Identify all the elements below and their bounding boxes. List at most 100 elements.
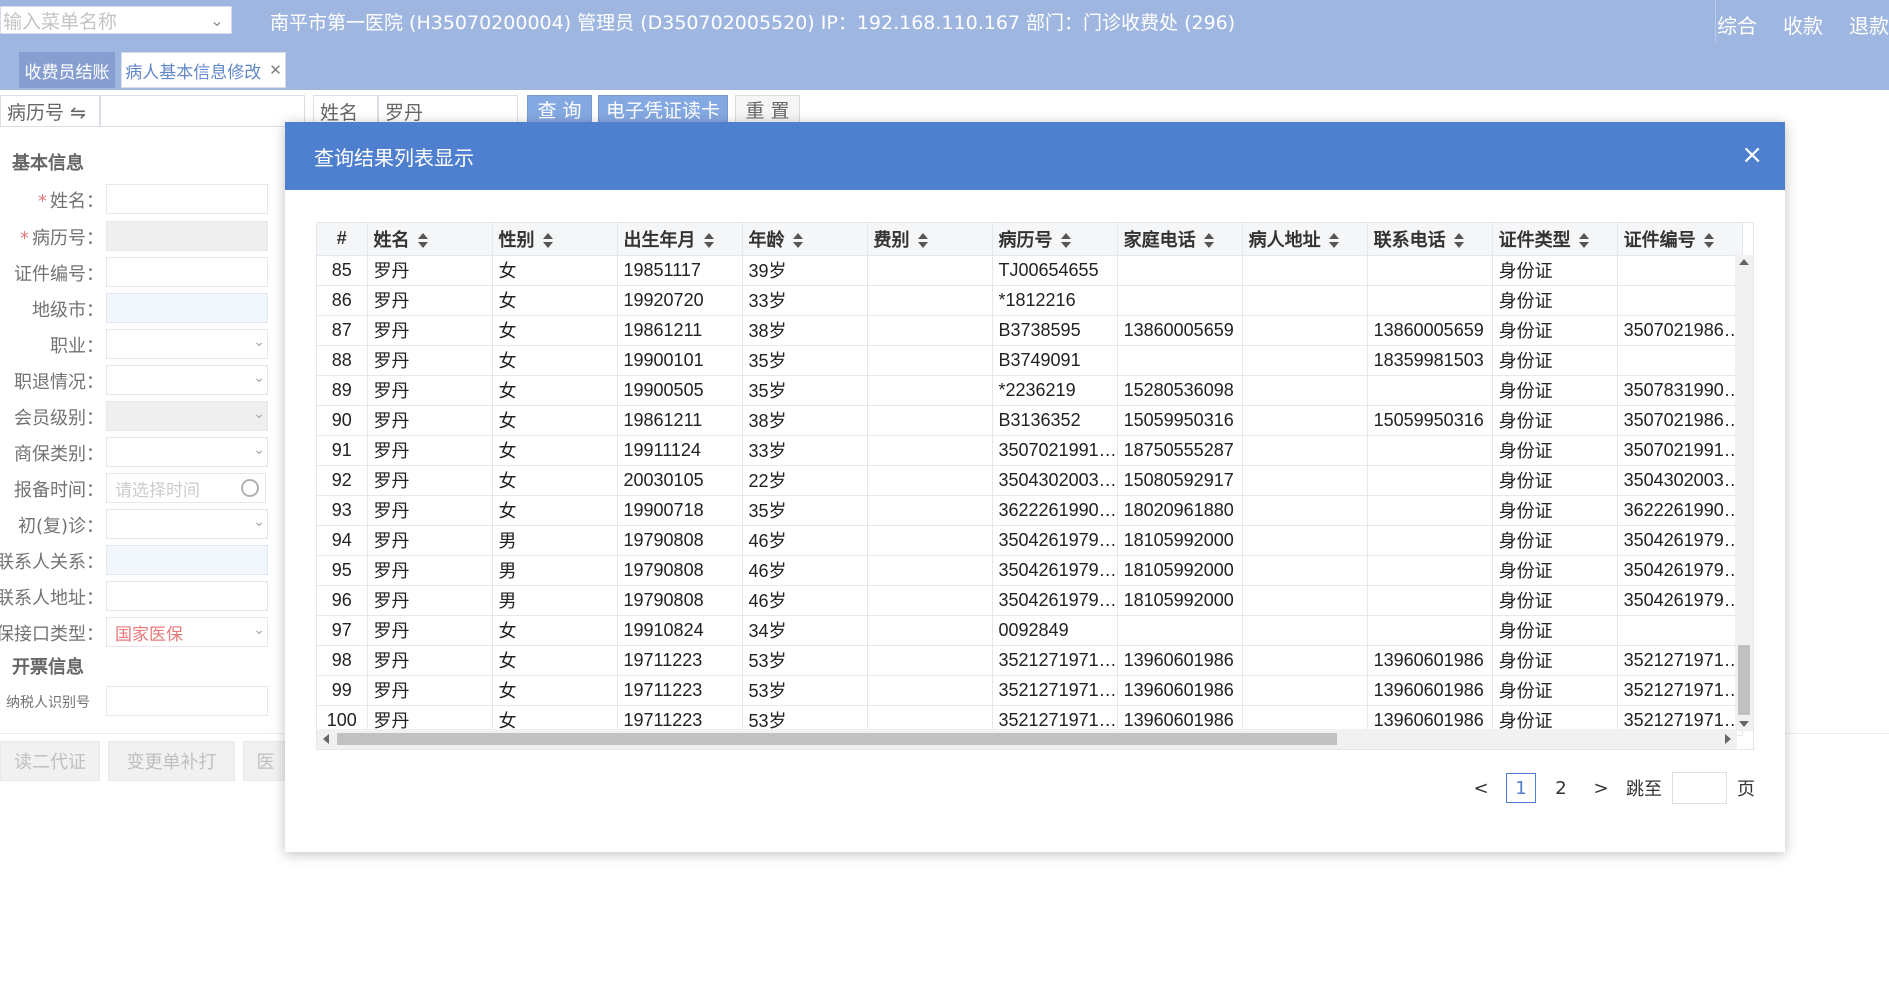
cell-id-number: 3521271971… [1617, 645, 1743, 676]
col-header-label: 证件编号 [1623, 229, 1696, 250]
sort-icon[interactable] [1203, 233, 1214, 249]
sort-icon[interactable] [1453, 233, 1464, 249]
scroll-up-icon[interactable] [1739, 259, 1749, 265]
cell-address [1242, 465, 1368, 496]
next-page-button[interactable]: > [1586, 773, 1616, 803]
cell-id-number [1617, 285, 1743, 316]
table-row[interactable]: 98 罗丹女 19711223 53岁 3521271971… 13960601986 13… [317, 645, 1743, 676]
cell-contact-phone: 15059950316 [1367, 405, 1493, 436]
cell-id-type: 身份证 [1492, 615, 1618, 646]
cell-address [1242, 435, 1368, 466]
cell-contact-phone: 18359981503 [1367, 345, 1493, 376]
table-row[interactable]: 90 罗丹女 19861211 38岁 B3136352 15059950316 15059… [317, 405, 1743, 436]
cell-gender: 女 [492, 435, 618, 466]
sort-icon[interactable] [1703, 233, 1714, 249]
cell-home-phone [1117, 345, 1243, 376]
table-row[interactable]: 92 罗丹女 20030105 22岁 3504302003… 15080592917 身份… [317, 465, 1743, 496]
cell-id-number: 3622261990… [1617, 495, 1743, 526]
col-header-id-type[interactable]: 证件类型 [1492, 223, 1618, 256]
cell-name: 罗丹 [367, 435, 493, 466]
table-row[interactable]: 88 罗丹女 19900101 35岁 B3749091 18359981503 身份证 [317, 345, 1743, 376]
scroll-left-icon[interactable] [323, 734, 329, 744]
col-header-id-number[interactable]: 证件编号 [1617, 223, 1743, 256]
jump-label: 跳至 [1626, 779, 1662, 800]
table-row[interactable]: 85 罗丹女 19851117 39岁 TJ00654655 身份证 [317, 255, 1743, 286]
cell-home-phone: 18105992000 [1117, 585, 1243, 616]
sort-icon[interactable] [917, 233, 928, 249]
cell-age: 39岁 [742, 255, 868, 286]
cell-id-number [1617, 255, 1743, 286]
cell-record-no: 0092849 [992, 615, 1118, 646]
sort-icon[interactable] [1578, 233, 1589, 249]
cell-gender: 男 [492, 525, 618, 556]
scroll-right-icon[interactable] [1725, 734, 1731, 744]
col-header-label: 证件类型 [1498, 229, 1571, 250]
cell-record-no: TJ00654655 [992, 255, 1118, 286]
horizontal-scroll-thumb[interactable] [337, 733, 1337, 745]
table-row[interactable]: 99 罗丹女 19711223 53岁 3521271971… 13960601986 13… [317, 675, 1743, 706]
prev-page-button[interactable]: < [1466, 773, 1496, 803]
col-header-address[interactable]: 病人地址 [1242, 223, 1368, 256]
cell-fee-type [867, 585, 993, 616]
table-row[interactable]: 96 罗丹男 19790808 46岁 3504261979… 18105992000 身份… [317, 585, 1743, 616]
cell-fee-type [867, 525, 993, 556]
sort-icon[interactable] [703, 233, 714, 249]
cell-age: 38岁 [742, 405, 868, 436]
cell-home-phone: 13860005659 [1117, 315, 1243, 346]
col-header-label: 联系电话 [1373, 229, 1446, 250]
col-header-fee-type[interactable]: 费别 [867, 223, 993, 256]
cell-age: 34岁 [742, 615, 868, 646]
sort-icon[interactable] [1328, 233, 1339, 249]
vertical-scroll-thumb[interactable] [1738, 645, 1750, 715]
cell-index: 90 [317, 405, 368, 436]
table-header-row: # 姓名 性别 出生年月 年龄 费别 病历号 家庭电话 病人地址 联系电话 证件… [317, 223, 1743, 256]
col-header-birth[interactable]: 出生年月 [617, 223, 743, 256]
cell-birth: 20030105 [617, 465, 743, 496]
cell-birth: 19900718 [617, 495, 743, 526]
cell-id-type: 身份证 [1492, 465, 1618, 496]
cell-fee-type [867, 315, 993, 346]
col-header-name[interactable]: 姓名 [367, 223, 493, 256]
col-header-contact-phone[interactable]: 联系电话 [1367, 223, 1493, 256]
cell-record-no: 3504302003… [992, 465, 1118, 496]
scroll-down-icon[interactable] [1739, 721, 1749, 727]
cell-address [1242, 255, 1368, 286]
sort-icon[interactable] [417, 233, 428, 249]
page-1-button[interactable]: 1 [1506, 773, 1536, 803]
cell-home-phone: 18105992000 [1117, 555, 1243, 586]
sort-icon[interactable] [542, 233, 553, 249]
table-row[interactable]: 95 罗丹男 19790808 46岁 3504261979… 18105992000 身份… [317, 555, 1743, 586]
table-row[interactable]: 87 罗丹女 19861211 38岁 B3738595 13860005659 13860… [317, 315, 1743, 346]
cell-id-type: 身份证 [1492, 645, 1618, 676]
page-2-button[interactable]: 2 [1546, 773, 1576, 803]
table-row[interactable]: 97 罗丹女 19910824 34岁 0092849 身份证 [317, 615, 1743, 646]
cell-birth: 19711223 [617, 675, 743, 706]
table-row[interactable]: 91 罗丹女 19911124 33岁 3507021991… 18750555287 身份… [317, 435, 1743, 466]
cell-contact-phone [1367, 495, 1493, 526]
cell-home-phone: 13960601986 [1117, 675, 1243, 706]
cell-name: 罗丹 [367, 285, 493, 316]
cell-id-type: 身份证 [1492, 315, 1618, 346]
cell-address [1242, 525, 1368, 556]
horizontal-scrollbar[interactable] [317, 729, 1737, 749]
close-icon[interactable]: × [1741, 140, 1763, 170]
col-header-age[interactable]: 年龄 [742, 223, 868, 256]
sort-icon[interactable] [1060, 233, 1071, 249]
col-header-record-no[interactable]: 病历号 [992, 223, 1118, 256]
col-header-label: 家庭电话 [1123, 229, 1196, 250]
cell-index: 85 [317, 255, 368, 286]
cell-age: 53岁 [742, 675, 868, 706]
table-row[interactable]: 86 罗丹女 19920720 33岁 *1812216 身份证 [317, 285, 1743, 316]
vertical-scrollbar[interactable] [1735, 255, 1753, 731]
col-header-home-phone[interactable]: 家庭电话 [1117, 223, 1243, 256]
cell-fee-type [867, 375, 993, 406]
table-row[interactable]: 93 罗丹女 19900718 35岁 3622261990… 18020961880 身份… [317, 495, 1743, 526]
cell-fee-type [867, 465, 993, 496]
table-row[interactable]: 89 罗丹女 19900505 35岁 *2236219 15280536098 身份证 35… [317, 375, 1743, 406]
cell-contact-phone: 13960601986 [1367, 675, 1493, 706]
cell-address [1242, 675, 1368, 706]
jump-page-input[interactable] [1672, 772, 1727, 804]
sort-icon[interactable] [792, 233, 803, 249]
table-row[interactable]: 94 罗丹男 19790808 46岁 3504261979… 18105992000 身份… [317, 525, 1743, 556]
col-header-gender[interactable]: 性别 [492, 223, 618, 256]
